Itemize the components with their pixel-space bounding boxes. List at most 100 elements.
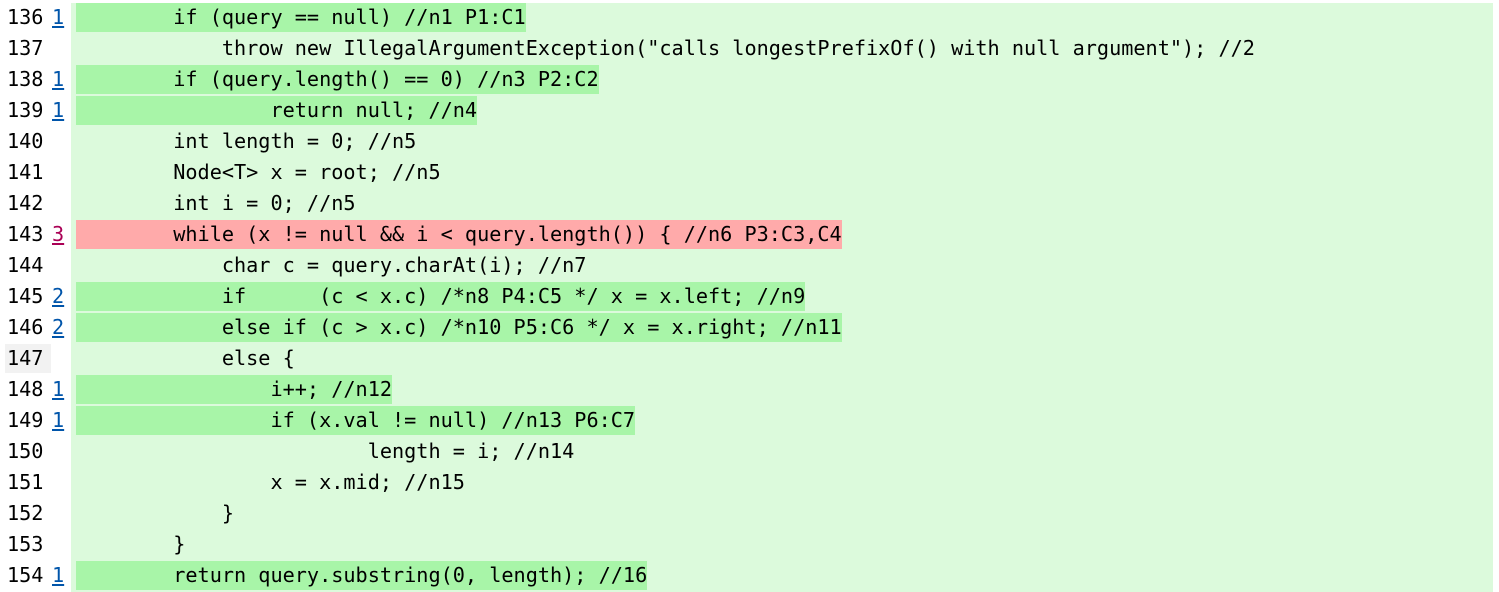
mutation-count-cell (51, 34, 71, 65)
source-code-line: int i = 0; //n5 (76, 191, 356, 215)
line-number: 154 (7, 563, 44, 587)
mutation-count-cell: 2 (51, 313, 71, 344)
source-code-line: if (query == null) //n1 P1:C1 (76, 3, 526, 32)
source-code-cell: return query.substring(0, length); //16 (71, 561, 1493, 592)
code-row: 154 1 return query.substring(0, length); … (5, 561, 1493, 592)
code-row: 141 Node<T> x = root; //n5 (5, 158, 1493, 189)
line-number-cell: 138 (5, 65, 51, 96)
code-row: 137 throw new IllegalArgumentException("… (5, 34, 1493, 65)
line-number: 144 (7, 253, 44, 277)
mutation-count-link[interactable]: 2 (52, 315, 64, 339)
mutation-count-link[interactable]: 1 (52, 563, 64, 587)
mutation-count-cell: 1 (51, 3, 71, 34)
mutation-count-cell (51, 437, 71, 468)
line-number-cell: 137 (5, 34, 51, 65)
source-code-cell: if (x.val != null) //n13 P6:C7 (71, 406, 1493, 437)
line-number: 145 (7, 284, 44, 308)
line-number: 141 (7, 160, 44, 184)
line-number: 139 (7, 98, 44, 122)
source-code-cell: if (c < x.c) /*n8 P4:C5 */ x = x.left; /… (71, 282, 1493, 313)
line-number-cell: 139 (5, 96, 51, 127)
source-code-line: else if (c > x.c) /*n10 P5:C6 */ x = x.r… (76, 313, 842, 342)
line-number: 148 (7, 377, 44, 401)
line-number: 143 (7, 222, 44, 246)
mutation-count-cell: 1 (51, 65, 71, 96)
mutation-count-cell: 1 (51, 96, 71, 127)
line-number-cell: 136 (5, 3, 51, 34)
source-code-line: else { (76, 346, 295, 370)
line-number: 140 (7, 129, 44, 153)
source-code-line: char c = query.charAt(i); //n7 (76, 253, 587, 277)
line-number-cell: 146 (5, 313, 51, 344)
mutation-count-link[interactable]: 1 (52, 67, 64, 91)
mutation-count-link[interactable]: 1 (52, 408, 64, 432)
code-row: 149 1 if (x.val != null) //n13 P6:C7 (5, 406, 1493, 437)
source-code-cell: throw new IllegalArgumentException("call… (71, 34, 1493, 65)
source-code-line: while (x != null && i < query.length()) … (76, 220, 842, 249)
source-code-line: x = x.mid; //n15 (76, 470, 465, 494)
mutation-count-cell (51, 499, 71, 530)
source-code-line: return query.substring(0, length); //16 (76, 561, 648, 590)
mutation-count-cell: 3 (51, 220, 71, 251)
line-number: 146 (7, 315, 44, 339)
line-number-cell: 153 (5, 530, 51, 561)
source-code-cell: while (x != null && i < query.length()) … (71, 220, 1493, 251)
code-row: 142 int i = 0; //n5 (5, 189, 1493, 220)
source-code-line: if (x.val != null) //n13 P6:C7 (76, 406, 636, 435)
source-code-cell: x = x.mid; //n15 (71, 468, 1493, 499)
code-row: 144 char c = query.charAt(i); //n7 (5, 251, 1493, 282)
mutation-count-link[interactable]: 3 (52, 222, 64, 246)
code-row: 146 2 else if (c > x.c) /*n10 P5:C6 */ x … (5, 313, 1493, 344)
mutation-count-link[interactable]: 1 (52, 98, 64, 122)
source-code-line: i++; //n12 (76, 375, 393, 404)
source-code-cell: } (71, 530, 1493, 561)
line-number: 147 (5, 344, 51, 373)
line-number: 136 (7, 5, 44, 29)
mutation-count-link[interactable]: 2 (52, 284, 64, 308)
source-code-line: if (query.length() == 0) //n3 P2:C2 (76, 65, 599, 94)
source-code-cell: else { (71, 344, 1493, 375)
code-row: 153 } (5, 530, 1493, 561)
line-number-cell: 147 (5, 344, 51, 375)
source-code-cell: Node<T> x = root; //n5 (71, 158, 1493, 189)
code-row: 152 } (5, 499, 1493, 530)
line-number-cell: 148 (5, 375, 51, 406)
source-code-line: throw new IllegalArgumentException("call… (76, 36, 1255, 60)
mutation-count-cell: 1 (51, 375, 71, 406)
mutation-count-cell (51, 344, 71, 375)
code-row: 138 1 if (query.length() == 0) //n3 P2:C2 (5, 65, 1493, 96)
mutation-count-cell (51, 158, 71, 189)
mutation-count-link[interactable]: 1 (52, 377, 64, 401)
mutation-count-cell (51, 127, 71, 158)
mutation-count-cell (51, 189, 71, 220)
code-row: 147 else { (5, 344, 1493, 375)
mutation-count-cell: 1 (51, 561, 71, 592)
line-number-cell: 150 (5, 437, 51, 468)
source-code-cell: else if (c > x.c) /*n10 P5:C6 */ x = x.r… (71, 313, 1493, 344)
source-code-cell: char c = query.charAt(i); //n7 (71, 251, 1493, 282)
source-code-cell: if (query.length() == 0) //n3 P2:C2 (71, 65, 1493, 96)
line-number: 150 (7, 439, 44, 463)
mutation-count-cell (51, 468, 71, 499)
source-code-line: } (76, 501, 235, 525)
line-number-cell: 152 (5, 499, 51, 530)
line-number-cell: 154 (5, 561, 51, 592)
source-code-line: length = i; //n14 (76, 439, 575, 463)
mutation-count-link[interactable]: 1 (52, 5, 64, 29)
line-number-cell: 144 (5, 251, 51, 282)
source-code-cell: i++; //n12 (71, 375, 1493, 406)
code-row: 143 3 while (x != null && i < query.lengt… (5, 220, 1493, 251)
line-number-cell: 145 (5, 282, 51, 313)
line-number: 149 (7, 408, 44, 432)
source-code-cell: } (71, 499, 1493, 530)
line-number: 153 (7, 532, 44, 556)
source-code-cell: int length = 0; //n5 (71, 127, 1493, 158)
code-lines: 136 1 if (query == null) //n1 P1:C1 137 th… (5, 3, 1493, 592)
line-number-cell: 149 (5, 406, 51, 437)
source-code-cell: int i = 0; //n5 (71, 189, 1493, 220)
source-code-line: } (76, 532, 186, 556)
code-row: 139 1 return null; //n4 (5, 96, 1493, 127)
mutation-count-cell: 1 (51, 406, 71, 437)
code-row: 150 length = i; //n14 (5, 437, 1493, 468)
code-listing: 136 1 if (query == null) //n1 P1:C1 137 th… (5, 3, 1493, 592)
